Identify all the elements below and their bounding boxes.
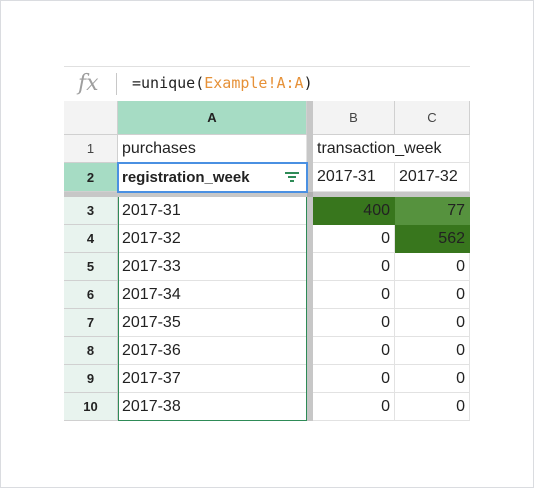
cell-a2[interactable]: registration_week bbox=[118, 163, 307, 192]
cell-c8[interactable]: 0 bbox=[395, 337, 470, 365]
cell-b2[interactable]: 2017-31 bbox=[313, 163, 395, 192]
cell-c7[interactable]: 0 bbox=[395, 309, 470, 337]
cell-b10[interactable]: 0 bbox=[313, 393, 395, 421]
row-header-3[interactable]: 3 bbox=[64, 197, 118, 225]
row-header-10[interactable]: 10 bbox=[64, 393, 118, 421]
frozen-column-divider[interactable] bbox=[307, 101, 313, 421]
cell-c2[interactable]: 2017-32 bbox=[395, 163, 470, 192]
cell-a5[interactable]: 2017-33 bbox=[118, 253, 307, 281]
column-header-b[interactable]: B bbox=[313, 101, 395, 135]
cell-a4[interactable]: 2017-32 bbox=[118, 225, 307, 253]
cell-b7[interactable]: 0 bbox=[313, 309, 395, 337]
formula-range-reference: Example!A:A bbox=[204, 74, 304, 92]
row-header-4[interactable]: 4 bbox=[64, 225, 118, 253]
filter-icon[interactable] bbox=[285, 171, 301, 183]
cell-b9[interactable]: 0 bbox=[313, 365, 395, 393]
cell-a3[interactable]: 2017-31 bbox=[118, 197, 307, 225]
cell-c4[interactable]: 562 bbox=[395, 225, 470, 253]
row-header-5[interactable]: 5 bbox=[64, 253, 118, 281]
cell-a10[interactable]: 2017-38 bbox=[118, 393, 307, 421]
cell-a2-text: registration_week bbox=[122, 168, 250, 186]
cell-b1[interactable]: transaction_week bbox=[313, 135, 470, 163]
row-header-7[interactable]: 7 bbox=[64, 309, 118, 337]
cell-c5[interactable]: 0 bbox=[395, 253, 470, 281]
cell-b5[interactable]: 0 bbox=[313, 253, 395, 281]
formula-bar: fx =unique(Example!A:A) bbox=[64, 66, 470, 100]
cell-a7[interactable]: 2017-35 bbox=[118, 309, 307, 337]
row-header-6[interactable]: 6 bbox=[64, 281, 118, 309]
row-header-8[interactable]: 8 bbox=[64, 337, 118, 365]
frozen-row-divider[interactable] bbox=[64, 192, 470, 197]
row-header-9[interactable]: 9 bbox=[64, 365, 118, 393]
cell-c3[interactable]: 77 bbox=[395, 197, 470, 225]
row-header-2[interactable]: 2 bbox=[64, 163, 118, 192]
cell-a9[interactable]: 2017-37 bbox=[118, 365, 307, 393]
frozen-corner bbox=[307, 192, 313, 197]
cell-c10[interactable]: 0 bbox=[395, 393, 470, 421]
formula-separator bbox=[116, 73, 117, 95]
cell-c6[interactable]: 0 bbox=[395, 281, 470, 309]
column-header-a[interactable]: A bbox=[118, 101, 307, 135]
row-header-1[interactable]: 1 bbox=[64, 135, 118, 163]
cell-b8[interactable]: 0 bbox=[313, 337, 395, 365]
cell-a1[interactable]: purchases bbox=[118, 135, 307, 163]
select-all-corner[interactable] bbox=[64, 101, 118, 135]
cell-b3[interactable]: 400 bbox=[313, 197, 395, 225]
cell-c9[interactable]: 0 bbox=[395, 365, 470, 393]
cell-a8[interactable]: 2017-36 bbox=[118, 337, 307, 365]
cell-b6[interactable]: 0 bbox=[313, 281, 395, 309]
column-header-c[interactable]: C bbox=[395, 101, 470, 135]
function-icon: fx bbox=[78, 71, 99, 96]
cell-b4[interactable]: 0 bbox=[313, 225, 395, 253]
formula-input[interactable]: =unique(Example!A:A) bbox=[132, 74, 313, 92]
cell-a6[interactable]: 2017-34 bbox=[118, 281, 307, 309]
